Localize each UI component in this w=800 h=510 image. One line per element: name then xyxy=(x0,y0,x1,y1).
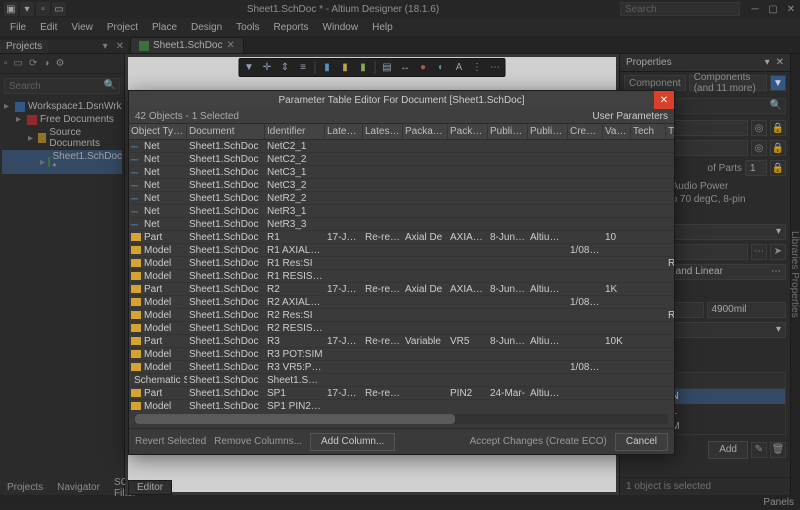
table-row[interactable]: ModelSheet1.SchDocR3 POT:SIMGeneral@"DES… xyxy=(129,348,674,361)
row-type-icon xyxy=(131,337,141,345)
row-type-icon xyxy=(131,402,141,410)
row-type-icon xyxy=(131,207,141,215)
table-row[interactable]: NetSheet1.SchDocNetR2_2 xyxy=(129,192,674,205)
dialog-title: Parameter Table Editor For Document [She… xyxy=(129,95,674,106)
table-row[interactable]: NetSheet1.SchDocNetR3_1 xyxy=(129,205,674,218)
table-row[interactable]: ModelSheet1.SchDocR1 RESISTOR:SIMGeneral… xyxy=(129,270,674,283)
column-header[interactable]: Type xyxy=(666,124,674,139)
dialog-close-button[interactable]: ✕ xyxy=(654,91,674,109)
row-type-icon xyxy=(131,389,141,397)
table-row[interactable]: PartSheet1.SchDocR217-Jul-20Re-releaAxia… xyxy=(129,283,674,296)
table-row[interactable]: NetSheet1.SchDocNetC3_1 xyxy=(129,166,674,179)
column-header[interactable]: LatestR... xyxy=(363,124,403,139)
column-header[interactable]: Created xyxy=(568,124,603,139)
table-row[interactable]: PartSheet1.SchDocR117-Jul-20Re-releaAxia… xyxy=(129,231,674,244)
row-type-icon xyxy=(131,142,141,150)
row-type-icon xyxy=(131,311,141,319)
remove-columns-link[interactable]: Remove Columns... xyxy=(214,436,302,447)
table-row[interactable]: ModelSheet1.SchDocR2 RESISTOR:SIMGeneral… xyxy=(129,322,674,335)
column-header[interactable]: Document xyxy=(187,124,265,139)
table-row[interactable]: NetSheet1.SchDocNetR3_3 xyxy=(129,218,674,231)
row-type-icon xyxy=(131,350,141,358)
row-type-icon xyxy=(131,155,141,163)
table-row[interactable]: NetSheet1.SchDocNetC2_2 xyxy=(129,153,674,166)
column-header[interactable]: Identifier xyxy=(265,124,325,139)
table-row[interactable]: ModelSheet1.SchDocR3 VR5:PCBLIB1/08/199 xyxy=(129,361,674,374)
row-type-icon xyxy=(131,324,141,332)
scroll-thumb[interactable] xyxy=(135,414,455,424)
row-type-icon xyxy=(131,181,141,189)
column-header[interactable]: Packag... xyxy=(403,124,448,139)
column-header[interactable]: Value xyxy=(603,124,631,139)
row-type-icon xyxy=(131,272,141,280)
table-row[interactable]: Schematic SheeSheet1.SchDocSheet1.SchDoc xyxy=(129,374,674,387)
row-type-icon xyxy=(131,259,141,267)
row-type-icon xyxy=(131,168,141,176)
column-header[interactable]: Packag... xyxy=(448,124,488,139)
table-row[interactable]: PartSheet1.SchDocSP117-Jul-20Re-releaPIN… xyxy=(129,387,674,400)
row-type-icon xyxy=(131,285,141,293)
table-row[interactable]: ModelSheet1.SchDocSP1 PIN2:PCBLIB xyxy=(129,400,674,410)
object-count-label: 42 Objects - 1 Selected xyxy=(135,111,239,122)
table-row[interactable]: ModelSheet1.SchDocR1 AXIAL-0.3:PCBLIB1/0… xyxy=(129,244,674,257)
row-type-icon xyxy=(131,194,141,202)
parameter-grid[interactable]: Object TypeDocumentIdentifierLatestR...L… xyxy=(129,124,674,410)
add-column-button[interactable]: Add Column... xyxy=(310,433,395,451)
revert-selected-link[interactable]: Revert Selected xyxy=(135,436,206,447)
cancel-button[interactable]: Cancel xyxy=(615,433,668,451)
user-parameters-label: User Parameters xyxy=(592,111,668,122)
column-header[interactable]: Tech xyxy=(631,124,666,139)
table-row[interactable]: NetSheet1.SchDocNetC2_1 xyxy=(129,140,674,153)
row-type-icon xyxy=(131,298,141,306)
table-row[interactable]: ModelSheet1.SchDocR2 AXIAL-0.3:PCBLIB1/0… xyxy=(129,296,674,309)
table-row[interactable]: ModelSheet1.SchDocR2 Res:SIResistor xyxy=(129,309,674,322)
row-type-icon xyxy=(131,220,141,228)
table-row[interactable]: NetSheet1.SchDocNetC3_2 xyxy=(129,179,674,192)
horizontal-scrollbar[interactable] xyxy=(135,414,668,424)
modal-mask: Parameter Table Editor For Document [She… xyxy=(0,0,800,510)
table-row[interactable]: ModelSheet1.SchDocR1 Res:SIResistor xyxy=(129,257,674,270)
column-header[interactable]: LatestR... xyxy=(325,124,363,139)
accept-changes-link[interactable]: Accept Changes (Create ECO) xyxy=(470,436,607,447)
row-type-icon xyxy=(131,363,141,371)
table-row[interactable]: PartSheet1.SchDocR317-Jul-20Re-releaVari… xyxy=(129,335,674,348)
column-header[interactable]: Object Type xyxy=(129,124,187,139)
column-header[interactable]: Publish... xyxy=(528,124,568,139)
row-type-icon xyxy=(131,246,141,254)
row-type-icon xyxy=(131,233,141,241)
column-header[interactable]: Publish... xyxy=(488,124,528,139)
grid-header-row: Object TypeDocumentIdentifierLatestR...L… xyxy=(129,124,674,140)
parameter-table-dialog: Parameter Table Editor For Document [She… xyxy=(128,90,675,455)
